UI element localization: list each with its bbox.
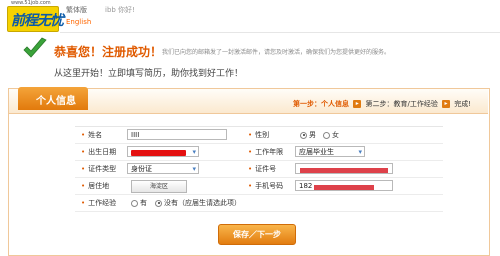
work-years-select[interactable]: 应届毕业生 [295, 146, 365, 158]
step-2: 第二步：教育/工作经验 [365, 100, 438, 108]
mobile-input[interactable]: 182 [295, 180, 393, 191]
birth-date-select[interactable] [127, 146, 199, 158]
step-3: 完成! [454, 100, 472, 108]
gender-male-radio[interactable] [300, 131, 307, 139]
redaction-mark [300, 168, 388, 173]
gender-female-label: 女 [332, 131, 339, 139]
id-type-select[interactable]: 身份证 [127, 163, 199, 175]
id-number-input[interactable] [295, 163, 393, 174]
success-title: 恭喜您！注册成功！ [54, 45, 163, 59]
tab-personal-info-label: 个人信息 [36, 96, 76, 107]
work-years-label: 工作年限 [248, 147, 292, 157]
step-indicator: 第一步：个人信息 ▸ 第二步：教育/工作经验 ▸ 完成! [293, 99, 471, 109]
residence-label: 居住地 [81, 181, 125, 191]
check-icon [23, 37, 47, 58]
gender-label: 性别 [248, 130, 292, 140]
exp-no-label: 没有（应届生请选此项） [164, 199, 241, 207]
gender-male-option[interactable]: 男 [300, 130, 316, 140]
step-1: 第一步：个人信息 [293, 100, 349, 108]
form-row-birth: 出生日期 工作年限 应届毕业生 [75, 144, 443, 161]
gender-male-label: 男 [309, 131, 316, 139]
experience-label: 工作经验 [81, 198, 125, 208]
mobile-prefix: 182 [299, 182, 313, 190]
id-number-label: 证件号 [248, 164, 292, 174]
header-divider [60, 32, 500, 33]
redaction-mark [314, 185, 374, 190]
form-row-id: 证件类型 身份证 证件号 [75, 161, 443, 178]
user-greeting: ibb 你好! [105, 6, 135, 14]
residence-picker-button[interactable]: 海淀区 [131, 180, 187, 193]
gender-female-radio[interactable] [323, 131, 330, 139]
id-type-label: 证件类型 [81, 164, 125, 174]
lang-traditional-link[interactable]: 繁体版 [66, 5, 87, 15]
logo-badge: 前程无忧 [7, 6, 64, 32]
exp-yes-label: 有 [140, 199, 147, 207]
name-input[interactable]: IIII [127, 129, 227, 140]
form-row-name: 姓名 IIII 性别 男 女 [75, 127, 443, 144]
lang-english-link[interactable]: English [66, 18, 91, 26]
birth-label: 出生日期 [81, 147, 125, 157]
personal-info-form: 姓名 IIII 性别 男 女 出生日期 工作年限 应届毕业生 证件类型 身份证 … [75, 126, 443, 212]
logo-text: 前程无忧 [11, 13, 64, 29]
save-next-button[interactable]: 保存／下一步 [218, 224, 296, 245]
exp-yes-radio[interactable] [131, 199, 138, 207]
gender-female-option[interactable]: 女 [323, 130, 339, 140]
arrow-right-icon: ▸ [353, 100, 362, 108]
exp-yes-option[interactable]: 有 [131, 198, 147, 208]
form-row-experience: 工作经验 有 没有（应届生请选此项） [75, 195, 443, 212]
exp-no-radio[interactable] [155, 199, 162, 207]
form-row-residence: 居住地 海淀区 手机号码 182 [75, 178, 443, 195]
exp-no-option[interactable]: 没有（应届生请选此项） [155, 198, 241, 208]
redaction-mark [131, 150, 186, 156]
mobile-label: 手机号码 [248, 181, 292, 191]
activation-note: 我们已向您的邮箱发了一封激活邮件，请您及时激活，确保我们为您提供更好的服务。 [162, 49, 391, 56]
site-logo[interactable]: www.51job.com 前程无忧 [3, 0, 64, 34]
success-subtitle: 从这里开始！立即填写简历，助你找到好工作！ [54, 69, 244, 79]
arrow-right-icon: ▸ [442, 100, 451, 108]
name-label: 姓名 [81, 130, 125, 140]
